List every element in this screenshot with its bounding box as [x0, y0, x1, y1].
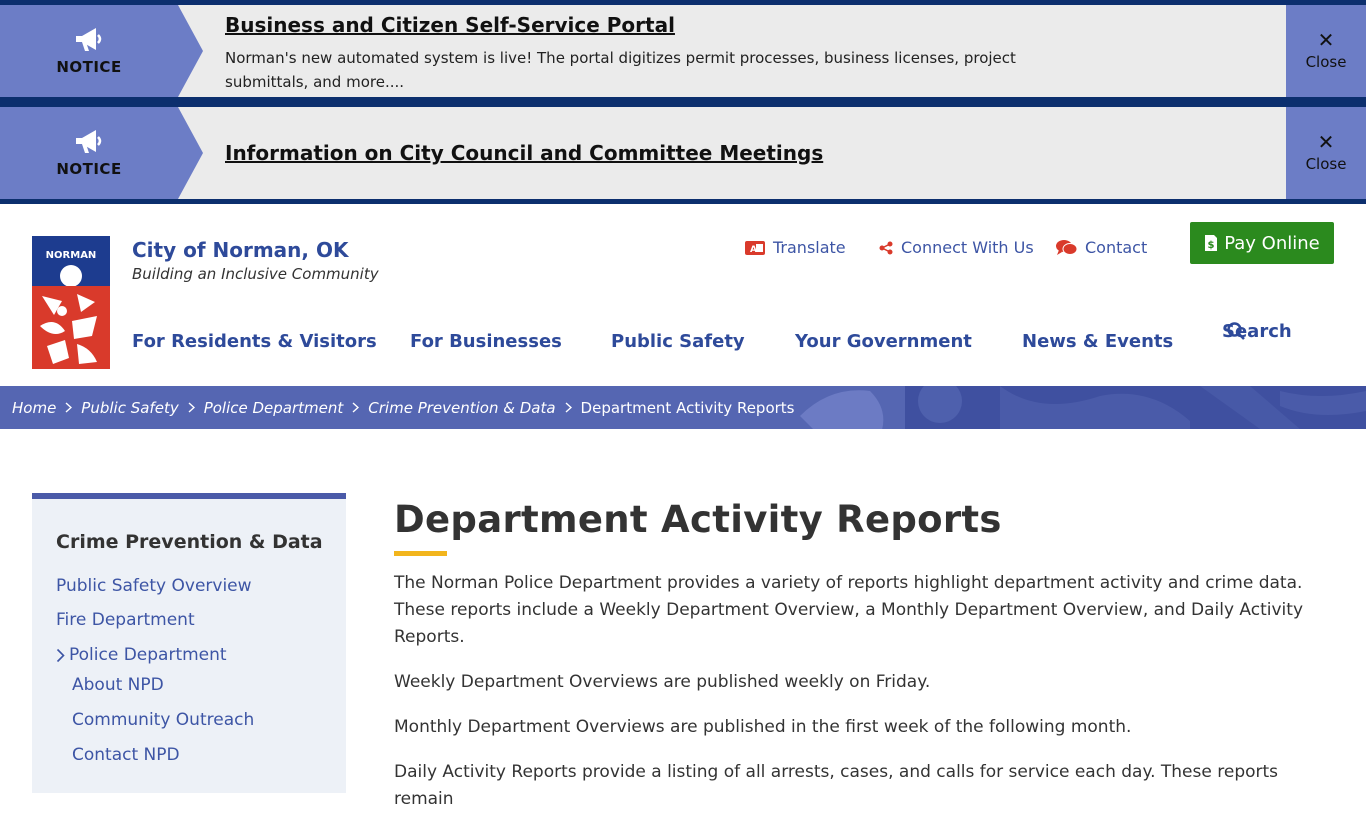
search-icon	[1227, 322, 1245, 340]
megaphone-icon	[76, 28, 102, 51]
notice-body: Business and Citizen Self-Service Portal…	[178, 5, 1366, 97]
connect-link[interactable]: Connect With Us	[879, 238, 1034, 257]
notice-banners: NOTICE Business and Citizen Self-Service…	[0, 0, 1366, 204]
chat-icon	[1056, 239, 1077, 256]
notice-body: Information on City Council and Committe…	[178, 107, 1366, 199]
breadcrumb-decoration	[800, 386, 1366, 429]
breadcrumb-home[interactable]: Home	[12, 399, 56, 417]
notice-label: NOTICE	[56, 160, 122, 178]
breadcrumb-police-department[interactable]: Police Department	[204, 399, 344, 417]
close-icon: ✕	[1317, 28, 1335, 52]
translate-icon: A	[745, 240, 765, 255]
site-name[interactable]: City of Norman, OK	[132, 238, 348, 262]
svg-text:$: $	[1208, 240, 1215, 251]
breadcrumb-public-safety[interactable]: Public Safety	[81, 399, 178, 417]
content-paragraph: Daily Activity Reports provide a listing…	[394, 762, 1279, 809]
translate-link[interactable]: A Translate	[745, 238, 846, 257]
page-title: Department Activity Reports	[394, 498, 1002, 541]
breadcrumb: Home Public Safety Police Department Cri…	[0, 386, 1366, 429]
notice-banner-portal: NOTICE Business and Citizen Self-Service…	[0, 5, 1366, 97]
close-label: Close	[1305, 53, 1347, 71]
nav-news-events[interactable]: News & Events	[1022, 331, 1173, 352]
nav-public-safety[interactable]: Public Safety	[611, 331, 745, 352]
site-tagline: Building an Inclusive Community	[132, 265, 379, 283]
notice-banner-meetings: NOTICE Information on City Council and C…	[0, 107, 1366, 199]
main-content: Department Activity Reports The Norman P…	[394, 498, 1334, 831]
notice-badge: NOTICE	[0, 107, 203, 199]
megaphone-icon	[76, 130, 102, 153]
notice-badge: NOTICE	[0, 5, 203, 97]
breadcrumb-crime-prevention[interactable]: Crime Prevention & Data	[368, 399, 555, 417]
notice-close-button[interactable]: ✕ Close	[1286, 5, 1366, 97]
sidebar-heading: Crime Prevention & Data	[56, 531, 323, 553]
receipt-icon: $	[1204, 234, 1218, 252]
nav-government[interactable]: Your Government	[795, 331, 972, 352]
nav-residents[interactable]: For Residents & Visitors	[132, 331, 377, 352]
site-header: NORMAN City of Norman, OK Building an In…	[0, 204, 1366, 386]
city-logo[interactable]: NORMAN	[32, 236, 110, 369]
contact-link[interactable]: Contact	[1056, 238, 1147, 257]
sidebar-item-police-department[interactable]: Police Department	[56, 645, 227, 665]
breadcrumb-current: Department Activity Reports	[580, 398, 795, 417]
contact-label: Contact	[1085, 238, 1148, 257]
content-paragraph: Monthly Department Overviews are publish…	[394, 717, 1132, 737]
close-label: Close	[1305, 155, 1347, 173]
content-paragraph: Weekly Department Overviews are publishe…	[394, 672, 931, 692]
share-icon	[879, 241, 893, 255]
notice-text: Norman's new automated system is live! T…	[225, 49, 1016, 91]
chevron-right-icon	[65, 402, 73, 413]
sidebar-item-fire-department[interactable]: Fire Department	[56, 610, 195, 630]
notice-title-link[interactable]: Business and Citizen Self-Service Portal	[225, 13, 675, 37]
nav-businesses[interactable]: For Businesses	[410, 331, 562, 352]
title-underline	[394, 551, 447, 556]
sidebar-item-community-outreach[interactable]: Community Outreach	[72, 710, 254, 730]
notice-title-link[interactable]: Information on City Council and Committe…	[225, 141, 823, 165]
svg-text:A: A	[750, 245, 757, 255]
notice-label: NOTICE	[56, 58, 122, 76]
connect-label: Connect With Us	[901, 238, 1034, 257]
chevron-right-icon	[188, 402, 195, 413]
sidebar-item-public-safety-overview[interactable]: Public Safety Overview	[56, 576, 252, 596]
pay-label: Pay Online	[1224, 232, 1320, 254]
sidebar-item-about-npd[interactable]: About NPD	[72, 675, 164, 695]
translate-label: Translate	[773, 238, 846, 257]
chevron-right-icon	[352, 402, 360, 413]
chevron-right-icon	[565, 402, 572, 413]
content-paragraph: The Norman Police Department provides a …	[394, 573, 1304, 647]
sidebar-item-label: Police Department	[69, 645, 227, 665]
notice-close-button[interactable]: ✕ Close	[1286, 107, 1366, 199]
logo-text: NORMAN	[46, 250, 97, 261]
sidebar-nav: Crime Prevention & Data Public Safety Ov…	[32, 493, 346, 793]
pay-online-button[interactable]: $ Pay Online	[1190, 222, 1334, 264]
chevron-right-icon	[56, 648, 65, 663]
sidebar-item-contact-npd[interactable]: Contact NPD	[72, 745, 180, 765]
close-icon: ✕	[1317, 130, 1335, 154]
breadcrumb-list: Home Public Safety Police Department Cri…	[12, 386, 795, 429]
